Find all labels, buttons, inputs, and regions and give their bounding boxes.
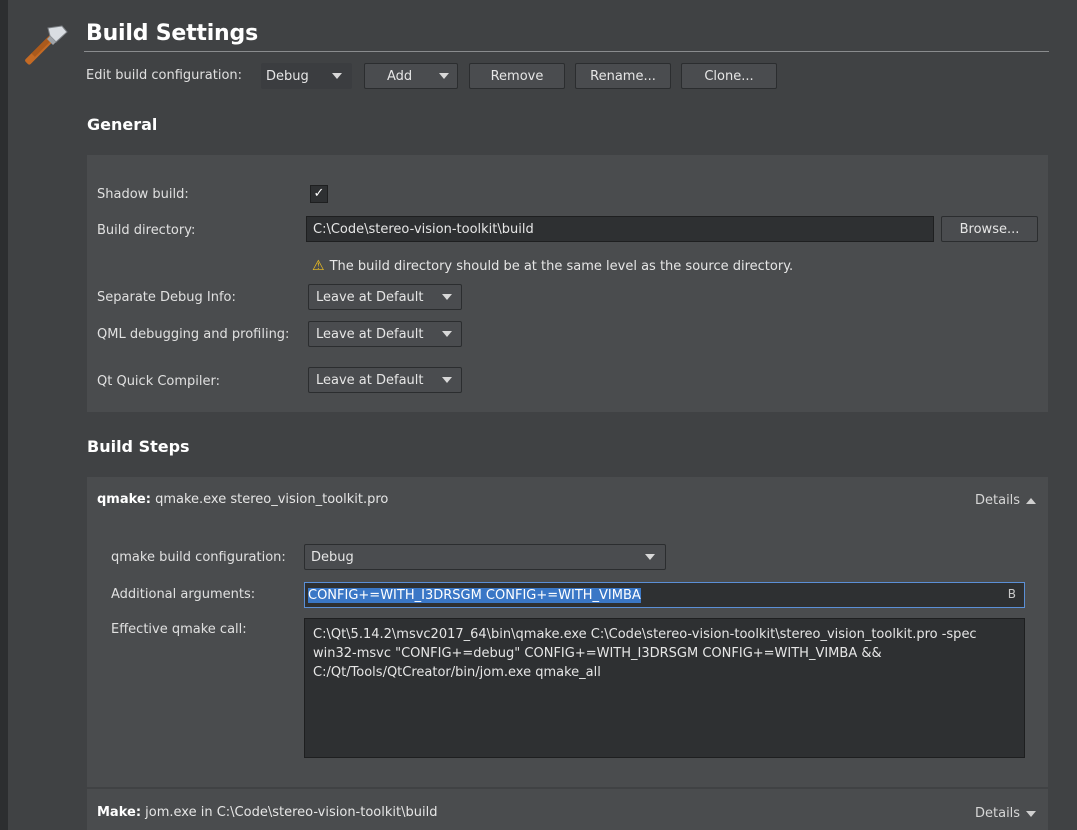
general-section-title: General — [87, 115, 158, 134]
make-step-summary: jom.exe in C:\Code\stereo-vision-toolkit… — [145, 805, 438, 820]
clear-text-icon[interactable]: ꓐ — [1008, 587, 1016, 601]
rename-button-label: Rename... — [590, 68, 656, 84]
effective-qmake-call-value: C:\Qt\5.14.2\msvc2017_64\bin\qmake.exe C… — [313, 627, 977, 680]
clone-button[interactable]: Clone... — [681, 63, 777, 89]
rename-button[interactable]: Rename... — [575, 63, 671, 89]
add-button-label: Add — [387, 68, 413, 84]
browse-button[interactable]: Browse... — [941, 216, 1038, 242]
chevron-down-icon — [442, 377, 452, 383]
build-directory-input[interactable]: C:\Code\stereo-vision-toolkit\build — [306, 216, 934, 242]
qmake-step-name: qmake: — [97, 492, 151, 507]
qml-debugging-label: QML debugging and profiling: — [97, 327, 290, 342]
qmake-details-toggle[interactable]: Details — [975, 493, 1037, 508]
qml-debugging-combo[interactable]: Leave at Default — [308, 321, 462, 347]
qt-quick-compiler-label: Qt Quick Compiler: — [97, 374, 221, 389]
qmake-step-header[interactable]: qmake: qmake.exe stereo_vision_toolkit.p… — [97, 492, 388, 507]
shadow-build-label: Shadow build: — [97, 187, 189, 202]
chevron-up-icon — [1026, 497, 1037, 504]
make-step-name: Make: — [97, 805, 142, 820]
additional-arguments-label: Additional arguments: — [111, 587, 256, 602]
checkmark-icon: ✓ — [313, 186, 325, 201]
qmake-step-summary: qmake.exe stereo_vision_toolkit.pro — [155, 492, 389, 507]
separate-debug-value: Leave at Default — [316, 289, 424, 305]
remove-button[interactable]: Remove — [469, 63, 565, 89]
build-directory-value: C:\Code\stereo-vision-toolkit\build — [313, 221, 534, 237]
make-details-label: Details — [975, 806, 1021, 821]
qml-debugging-value: Leave at Default — [316, 326, 424, 342]
hammer-icon — [22, 22, 70, 70]
edit-build-config-label: Edit build configuration: — [86, 68, 243, 83]
chevron-down-icon — [645, 554, 655, 560]
remove-button-label: Remove — [490, 68, 544, 84]
chevron-down-icon — [442, 331, 452, 337]
page-title: Build Settings — [86, 21, 258, 46]
qmake-build-config-combo[interactable]: Debug — [304, 544, 666, 570]
chevron-down-icon — [1026, 810, 1037, 817]
chevron-down-icon — [332, 73, 342, 79]
build-directory-label: Build directory: — [97, 223, 196, 238]
chevron-down-icon — [439, 73, 449, 79]
warning-text: The build directory should be at the sam… — [329, 258, 794, 274]
chevron-down-icon — [442, 294, 452, 300]
separate-debug-combo[interactable]: Leave at Default — [308, 284, 462, 310]
effective-qmake-call-output[interactable]: C:\Qt\5.14.2\msvc2017_64\bin\qmake.exe C… — [304, 618, 1025, 758]
qt-quick-compiler-combo[interactable]: Leave at Default — [308, 367, 462, 393]
qmake-build-config-value: Debug — [311, 549, 354, 565]
qmake-details-label: Details — [975, 493, 1021, 508]
left-margin — [0, 0, 8, 830]
warning-icon: ⚠ — [312, 258, 325, 274]
title-divider — [84, 51, 1049, 52]
build-directory-warning: ⚠ The build directory should be at the s… — [312, 258, 793, 274]
separate-debug-label: Separate Debug Info: — [97, 290, 236, 305]
build-config-combo[interactable]: Debug — [261, 63, 352, 89]
browse-button-label: Browse... — [959, 221, 1020, 237]
additional-arguments-value: CONFIG+=WITH_I3DRSGM CONFIG+=WITH_VIMBA — [308, 587, 641, 603]
additional-arguments-input[interactable]: CONFIG+=WITH_I3DRSGM CONFIG+=WITH_VIMBA … — [304, 582, 1025, 608]
shadow-build-checkbox[interactable]: ✓ — [310, 185, 328, 203]
general-panel — [87, 155, 1048, 412]
add-button[interactable]: Add — [364, 63, 458, 89]
clone-button-label: Clone... — [704, 68, 754, 84]
make-step-header[interactable]: Make: jom.exe in C:\Code\stereo-vision-t… — [97, 805, 437, 820]
make-details-toggle[interactable]: Details — [975, 806, 1037, 821]
qmake-build-config-label: qmake build configuration: — [111, 550, 286, 565]
build-config-value: Debug — [266, 68, 309, 84]
build-steps-section-title: Build Steps — [87, 437, 190, 456]
effective-qmake-call-label: Effective qmake call: — [111, 622, 247, 637]
qt-quick-compiler-value: Leave at Default — [316, 372, 424, 388]
